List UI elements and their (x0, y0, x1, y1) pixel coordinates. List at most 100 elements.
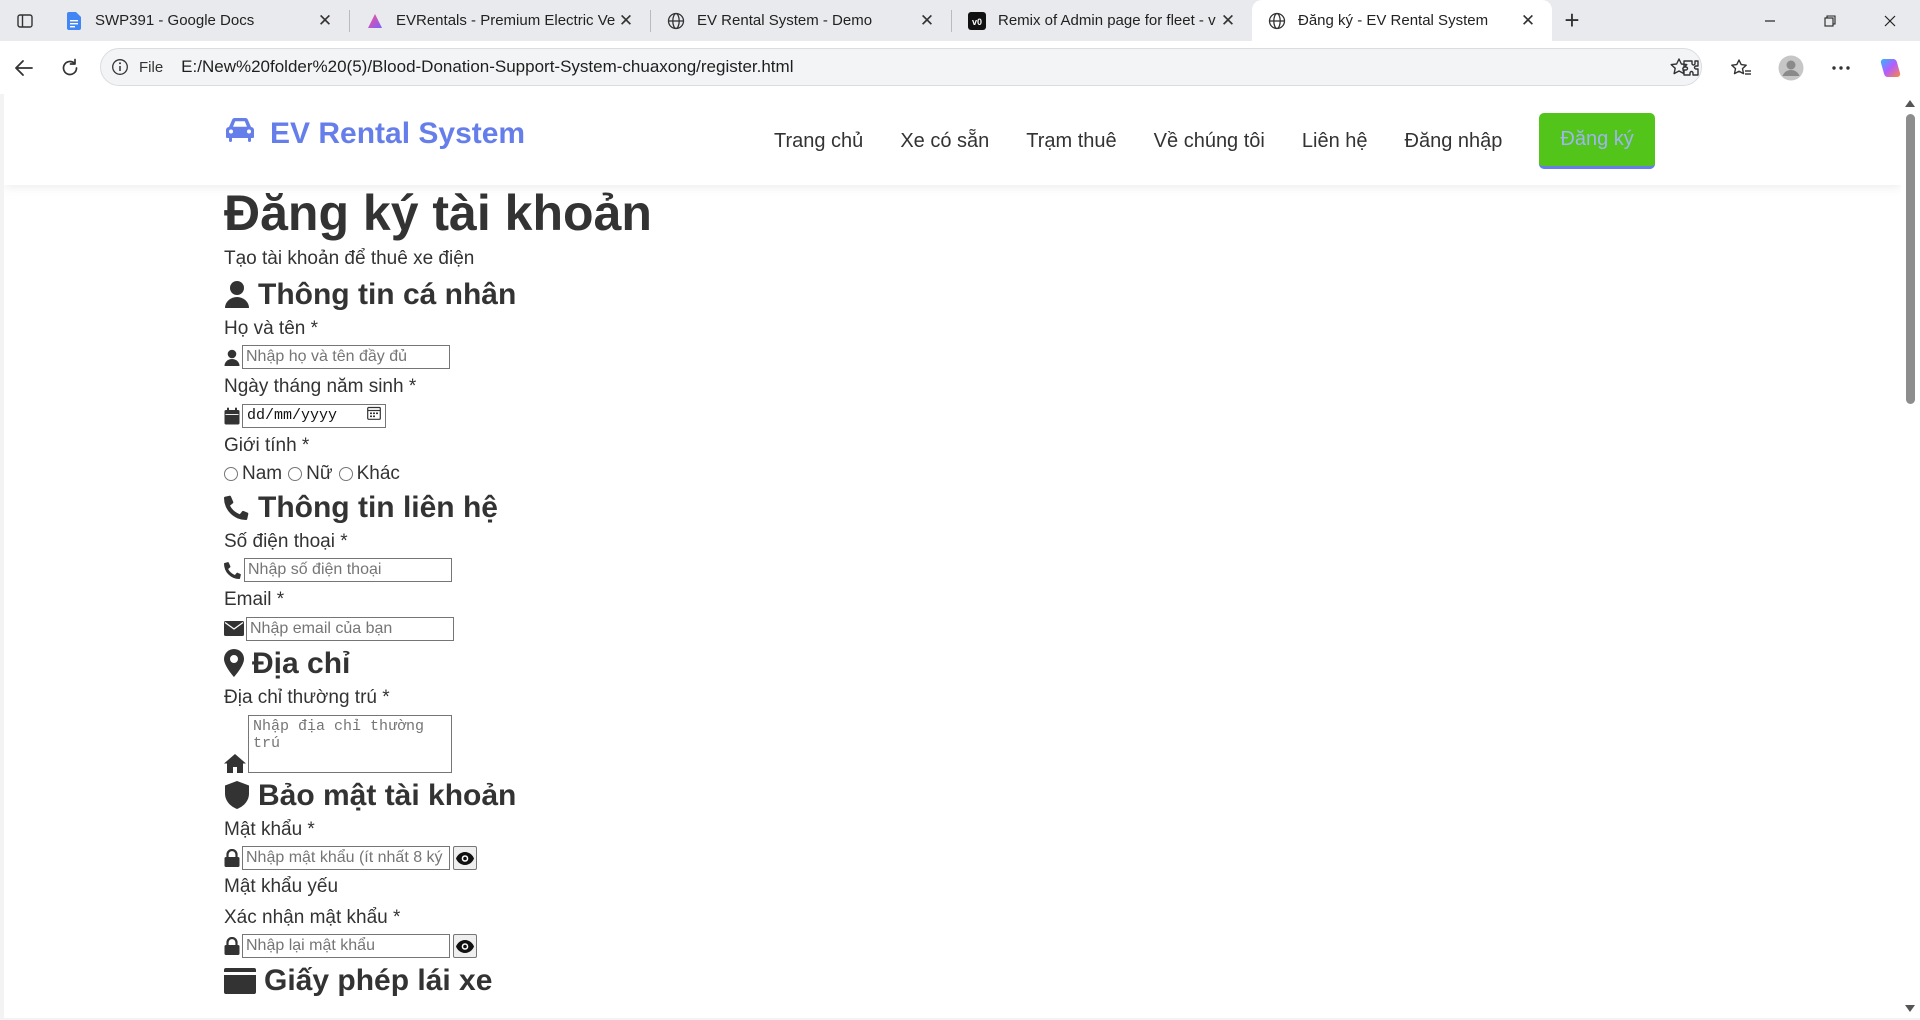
map-pin-icon (224, 649, 244, 678)
close-icon[interactable]: ✕ (315, 11, 335, 31)
close-icon[interactable]: ✕ (616, 11, 636, 31)
gender-radio-other[interactable] (338, 466, 353, 481)
section-address-heading: Địa chỉ (252, 646, 351, 680)
browser-tab-bar: SWP391 - Google Docs ✕ EVRentals - Premi… (0, 0, 1920, 41)
address-textarea[interactable] (248, 714, 452, 773)
home-icon (224, 753, 246, 773)
section-security: Bảo mật tài khoản (224, 779, 1624, 812)
phone-icon (224, 494, 250, 521)
main-nav: Trang chủ Xe có sẵn Trạm thuê Về chúng t… (774, 113, 1655, 169)
toggle-confirm-visibility-button[interactable] (453, 934, 477, 959)
phone-row (224, 558, 1624, 583)
confirm-password-row (224, 934, 1624, 959)
page-scrollbar[interactable] (1901, 94, 1920, 1018)
browser-tab[interactable]: SWP391 - Google Docs ✕ (49, 0, 349, 41)
phone-input[interactable] (244, 558, 452, 583)
back-arrow-icon[interactable] (3, 47, 45, 89)
car-icon (224, 116, 256, 152)
section-contact: Thông tin liên hệ (224, 491, 1624, 524)
favorites-icon[interactable] (1720, 47, 1762, 89)
calendar-picker-icon[interactable] (367, 406, 381, 425)
google-docs-icon (65, 11, 83, 30)
nav-login[interactable]: Đăng nhập (1405, 130, 1503, 153)
user-icon (224, 280, 250, 309)
nav-stations[interactable]: Trạm thuê (1026, 130, 1116, 153)
password-input[interactable] (242, 846, 450, 871)
brand-logo[interactable]: EV Rental System (224, 116, 525, 152)
dob-label: Ngày tháng năm sinh * (224, 376, 417, 398)
nav-contact[interactable]: Liên hệ (1302, 130, 1368, 153)
email-row (224, 616, 1624, 641)
gender-option-label: Nữ (306, 462, 333, 484)
gender-label: Giới tính * (224, 434, 310, 456)
lock-icon (224, 849, 240, 868)
info-icon[interactable] (111, 58, 129, 76)
profile-avatar-icon[interactable] (1770, 47, 1812, 89)
gender-options: Nam Nữ Khác (224, 463, 1624, 485)
browser-tab[interactable]: EVRentals - Premium Electric Vehi ✕ (350, 0, 650, 41)
close-window-icon[interactable] (1860, 0, 1920, 41)
nav-register-button[interactable]: Đăng ký (1539, 113, 1655, 169)
lock-icon (224, 937, 240, 956)
phone-label: Số điện thoại * (224, 530, 348, 552)
gender-option-label: Nam (242, 462, 283, 484)
more-options-icon[interactable] (1820, 47, 1862, 89)
fullname-row (224, 345, 1624, 370)
minimize-icon[interactable] (1740, 0, 1800, 41)
nav-home[interactable]: Trang chủ (774, 130, 863, 153)
email-input[interactable] (246, 616, 454, 641)
browser-tab[interactable]: EV Rental System - Demo ✕ (651, 0, 951, 41)
password-row (224, 846, 1624, 871)
dob-value: dd/mm/yyyy (247, 407, 338, 425)
register-form: Đăng ký tài khoản Tạo tài khoản để thuê … (224, 186, 1624, 997)
site-header: EV Rental System Trang chủ Xe có sẵn Trạ… (4, 94, 1901, 185)
browser-tab[interactable]: v0 Remix of Admin page for fleet - v ✕ (952, 0, 1252, 41)
fullname-input[interactable] (242, 345, 450, 370)
section-personal: Thông tin cá nhân (224, 278, 1624, 311)
close-icon[interactable]: ✕ (917, 11, 937, 31)
browser-tab-active[interactable]: Đăng ký - EV Rental System ✕ (1252, 0, 1552, 41)
address-url: E:/New%20folder%20(5)/Blood-Donation-Sup… (181, 57, 794, 76)
nav-about[interactable]: Về chúng tôi (1154, 130, 1265, 153)
confirm-password-input[interactable] (242, 934, 450, 959)
tab-title: EVRentals - Premium Electric Vehi (396, 12, 616, 29)
envelope-icon (224, 621, 244, 637)
fullname-label: Họ và tên * (224, 317, 318, 339)
page-title: Đăng ký tài khoản (224, 185, 652, 241)
svg-text:v0: v0 (972, 17, 982, 27)
email-label: Email * (224, 589, 285, 611)
gender-option-label: Khác (356, 462, 400, 484)
extensions-icon[interactable] (1670, 47, 1712, 89)
section-contact-heading: Thông tin liên hệ (258, 490, 498, 524)
tab-actions-icon[interactable] (0, 0, 49, 41)
page-subtitle: Tạo tài khoản để thuê xe điện (224, 248, 475, 269)
file-label: File (139, 58, 164, 76)
toggle-password-visibility-button[interactable] (453, 846, 477, 871)
reload-icon[interactable] (49, 47, 91, 89)
address-row (224, 714, 1624, 773)
nav-available-cars[interactable]: Xe có sẵn (900, 130, 989, 153)
calendar-icon (224, 407, 240, 425)
restore-icon[interactable] (1800, 0, 1860, 41)
copilot-icon[interactable] (1870, 47, 1912, 89)
address-bar[interactable]: File E:/New%20folder%20(5)/Blood-Donatio… (100, 48, 1702, 86)
eye-icon (456, 939, 474, 953)
dob-input[interactable]: dd/mm/yyyy (242, 403, 386, 428)
gender-radio-female[interactable] (288, 466, 303, 481)
gender-radio-male[interactable] (224, 466, 238, 481)
close-icon[interactable]: ✕ (1218, 11, 1238, 31)
new-tab-button[interactable]: + (1552, 0, 1592, 41)
tab-title: SWP391 - Google Docs (95, 12, 255, 29)
evrentals-icon (366, 12, 384, 30)
scrollbar-thumb[interactable] (1906, 114, 1915, 404)
scroll-up-icon[interactable] (1905, 100, 1915, 107)
address-label: Địa chỉ thường trú * (224, 686, 390, 708)
password-strength-text: Mật khẩu yếu (224, 876, 339, 898)
v0-icon: v0 (968, 11, 986, 30)
browser-toolbar: File E:/New%20folder%20(5)/Blood-Donatio… (0, 41, 1920, 94)
user-icon (224, 349, 240, 366)
close-icon[interactable]: ✕ (1518, 11, 1538, 31)
section-personal-heading: Thông tin cá nhân (258, 277, 517, 311)
globe-icon (1268, 12, 1286, 30)
scroll-down-icon[interactable] (1905, 1005, 1915, 1012)
